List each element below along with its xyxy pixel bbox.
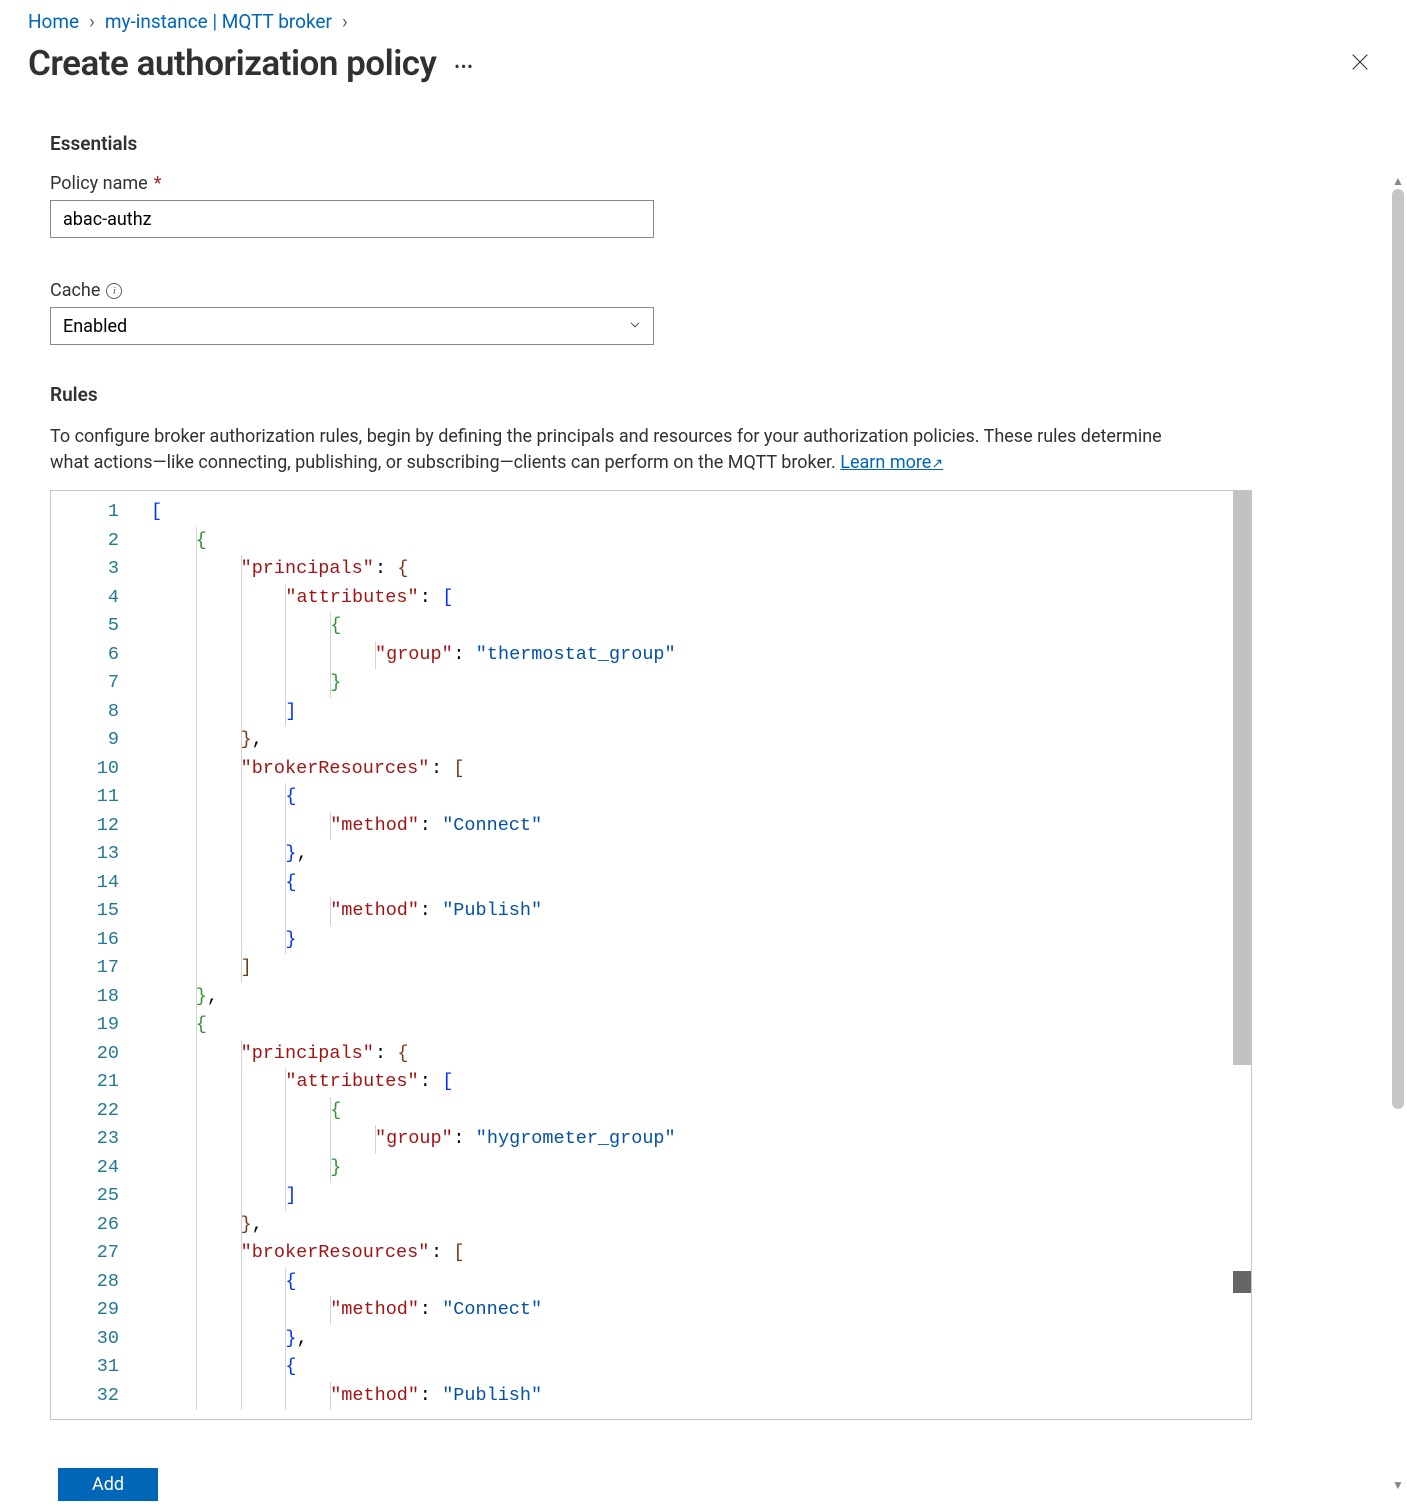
info-icon[interactable]: i [106,283,122,299]
page-title: Create authorization policy [28,43,436,84]
close-icon [1349,51,1371,73]
breadcrumb-instance[interactable]: my-instance | MQTT broker [105,10,332,33]
editor-scroll-thumb[interactable] [1233,1271,1251,1293]
chevron-right-icon: › [89,10,95,33]
chevron-right-icon: › [342,10,348,33]
add-button[interactable]: Add [58,1468,158,1501]
cache-select[interactable] [50,307,654,345]
rules-heading: Rules [50,383,1336,406]
rules-code-editor[interactable]: 1234567891011121314151617181920212223242… [50,490,1252,1420]
external-link-icon: ↗ [931,456,943,472]
breadcrumb-home[interactable]: Home [28,10,79,33]
page-scroll-thumb[interactable] [1392,189,1404,1109]
policy-name-label: Policy name [50,173,148,194]
editor-scrollbar[interactable] [1233,491,1251,1065]
learn-more-link[interactable]: Learn more↗ [840,452,943,473]
editor-code[interactable]: [{"principals":{"attributes":[{"group":"… [151,498,1241,1410]
scroll-up-icon[interactable]: ▲ [1392,175,1404,187]
close-button[interactable] [1341,43,1379,84]
essentials-heading: Essentials [50,132,1336,155]
breadcrumb: Home › my-instance | MQTT broker › [0,0,1407,37]
policy-name-input[interactable] [50,200,654,238]
more-actions-icon[interactable]: ••• [454,51,473,76]
cache-label: Cache [50,280,100,301]
page-scrollbar[interactable]: ▲ ▼ [1392,175,1404,1491]
editor-gutter: 1234567891011121314151617181920212223242… [51,491,141,1419]
required-indicator: * [154,173,162,194]
scroll-down-icon[interactable]: ▼ [1392,1479,1404,1491]
rules-description: To configure broker authorization rules,… [50,424,1180,476]
